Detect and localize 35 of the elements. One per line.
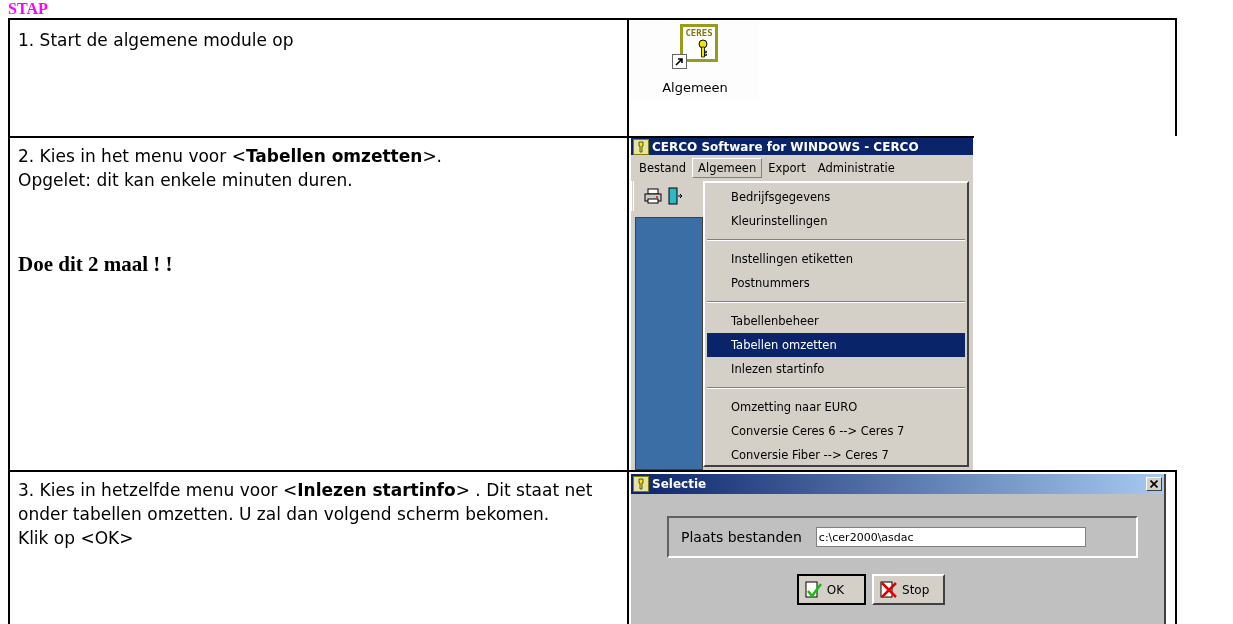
door-exit-icon <box>668 187 682 205</box>
instruction-text: 1. Start de algemene module op <box>18 29 295 52</box>
close-button[interactable] <box>1146 477 1162 491</box>
stop-button[interactable]: Stop <box>872 574 946 605</box>
field-label: Plaats bestanden <box>681 529 802 545</box>
cross-icon <box>880 580 898 599</box>
menu-item[interactable]: Kleurinstellingen <box>707 209 965 233</box>
instruction-text: Klik op <OK> <box>18 527 135 550</box>
menu-bar-item[interactable]: Administratie <box>811 158 901 178</box>
instruction-text: 2. Kies in het menu voor <Tabellen omzetten>. <box>18 145 444 168</box>
menu-item[interactable]: Postnummers <box>707 271 965 295</box>
menu-item[interactable]: Conversie Fiber --> Ceres 7 <box>707 443 965 467</box>
check-icon <box>804 580 823 599</box>
menu-item[interactable]: Omzetting naar EURO <box>707 395 965 419</box>
menu-item[interactable]: Conversie Ceres 6 --> Ceres 7 <box>707 419 965 443</box>
menu-bar-item[interactable]: Algemeen <box>692 158 763 178</box>
app-icon <box>633 476 649 492</box>
section-heading: STAP <box>8 3 48 15</box>
dialog-title: Selectie <box>652 477 708 491</box>
menu-item[interactable]: Instellingen etiketten <box>707 247 965 271</box>
menu-bar-item[interactable]: Export <box>762 158 812 178</box>
instruction-text: Opgelet: dit kan enkele minuten duren. <box>18 169 354 192</box>
menu-item[interactable]: Inlezen startinfo <box>707 357 965 381</box>
window-title: CERCO Software for WINDOWS - CERCO <box>652 139 919 154</box>
printer-icon <box>644 188 662 204</box>
close-icon <box>1150 480 1158 488</box>
instruction-text: 3. Kies in hetzelfde menu voor <Inlezen startinfo> . Dit staat net onder tabellen omzetten. U zal dan volgend scherm bekomen. <box>18 479 594 526</box>
path-input-field[interactable]: c:\cer2000\asdac <box>815 527 1086 547</box>
menu-item[interactable]: Tabellen omzetten <box>707 333 965 357</box>
menu-item[interactable]: Tabellenbeheer <box>707 309 965 333</box>
app-icon <box>633 138 649 155</box>
menu-item[interactable]: Bedrijfsgegevens <box>707 185 965 209</box>
warning-text: Doe dit 2 maal ! ! <box>18 252 174 276</box>
menu-bar-item[interactable]: Bestand <box>633 158 693 178</box>
ok-button[interactable]: OK <box>796 574 866 605</box>
